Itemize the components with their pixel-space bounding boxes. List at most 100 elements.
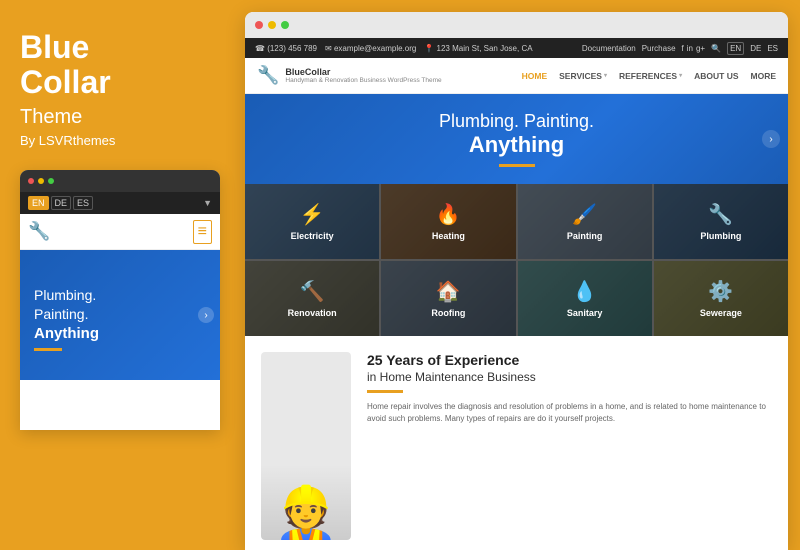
- service-content-roofing: 🏠 Roofing: [431, 279, 465, 318]
- address-info: 📍 123 Main St, San Jose, CA: [424, 44, 532, 53]
- electricity-label: Electricity: [291, 231, 334, 241]
- heating-icon: 🔥: [436, 202, 461, 227]
- hero-arrow-right[interactable]: ›: [762, 130, 780, 148]
- info-bar-right: Documentation Purchase f in g+ 🔍 EN DE E…: [582, 42, 778, 55]
- phone-info: ☎ (123) 456 789: [255, 44, 317, 53]
- mobile-top-bar: [20, 170, 220, 192]
- mobile-dot-red: [28, 178, 34, 184]
- mobile-dot-green: [48, 178, 54, 184]
- purchase-link[interactable]: Purchase: [642, 44, 676, 53]
- mobile-hero-text2: Painting.: [34, 305, 88, 325]
- doc-link[interactable]: Documentation: [582, 44, 636, 53]
- nav-link-services[interactable]: SERVICES▾: [559, 71, 607, 81]
- worker-figure: 👷: [274, 488, 339, 540]
- nav-link-home[interactable]: HOME: [522, 71, 548, 81]
- nav-logo-icon: 🔧: [257, 65, 279, 86]
- service-card-sewerage[interactable]: ⚙️ Sewerage: [654, 261, 788, 336]
- mobile-nav-bar: 🔧 ≡: [20, 214, 220, 250]
- email-info: ✉ example@example.org: [325, 44, 416, 53]
- theme-by: By LSVRthemes: [20, 133, 225, 148]
- plumbing-label: Plumbing: [700, 231, 741, 241]
- roofing-icon: 🏠: [436, 279, 461, 304]
- services-grid: ⚡ Electricity 🔥 Heating 🖌️ Painting: [245, 184, 788, 336]
- theme-subtitle: Theme: [20, 106, 225, 129]
- painting-icon: 🖌️: [572, 202, 597, 227]
- info-bar: ☎ (123) 456 789 ✉ example@example.org 📍 …: [245, 38, 788, 58]
- service-card-renovation[interactable]: 🔨 Renovation: [245, 261, 379, 336]
- left-panel: Blue Collar Theme By LSVRthemes EN DE ES…: [0, 0, 245, 550]
- hero-text: Plumbing. Painting.: [439, 111, 594, 132]
- mobile-hero-text1: Plumbing.: [34, 286, 96, 306]
- facebook-icon[interactable]: f: [682, 44, 684, 53]
- worker-image: 👷: [261, 352, 351, 540]
- service-card-roofing[interactable]: 🏠 Roofing: [381, 261, 515, 336]
- theme-title: Blue Collar: [20, 30, 225, 100]
- nav-link-more[interactable]: MORE: [751, 71, 777, 81]
- experience-content: 25 Years of Experience in Home Maintenan…: [367, 352, 772, 540]
- mobile-lang-bar: EN DE ES ▼: [20, 192, 220, 214]
- sanitary-icon: 💧: [572, 279, 597, 304]
- nav-logo-name: BlueCollar: [285, 67, 441, 77]
- nav-logo-text: BlueCollar Handyman & Renovation Busines…: [285, 67, 441, 84]
- service-content-sewerage: ⚙️ Sewerage: [700, 279, 742, 318]
- search-icon[interactable]: 🔍: [711, 44, 721, 53]
- nav-links: HOME SERVICES▾ REFERENCES▾ ABOUT US MORE: [522, 71, 776, 81]
- service-card-plumbing[interactable]: 🔧 Plumbing: [654, 184, 788, 259]
- lang-de[interactable]: DE: [750, 44, 761, 53]
- sewerage-icon: ⚙️: [708, 279, 733, 304]
- service-content-heating: 🔥 Heating: [432, 202, 465, 241]
- mobile-lang-es[interactable]: ES: [73, 196, 93, 210]
- mobile-lang-de[interactable]: DE: [51, 196, 72, 210]
- nav-logo-tagline: Handyman & Renovation Business WordPress…: [285, 77, 441, 84]
- hero-section: Plumbing. Painting. Anything ›: [245, 94, 788, 184]
- mobile-hero-underline: [34, 348, 62, 351]
- experience-title: 25 Years of Experience: [367, 352, 772, 368]
- main-nav: 🔧 BlueCollar Handyman & Renovation Busin…: [245, 58, 788, 94]
- service-content-sanitary: 💧 Sanitary: [567, 279, 603, 318]
- service-card-painting[interactable]: 🖌️ Painting: [518, 184, 652, 259]
- browser-dot-green: [281, 21, 289, 29]
- service-content-painting: 🖌️ Painting: [567, 202, 603, 241]
- google-plus-icon[interactable]: g+: [696, 44, 705, 53]
- lang-en[interactable]: EN: [727, 42, 744, 55]
- service-content-electricity: ⚡ Electricity: [291, 202, 334, 241]
- info-bar-left: ☎ (123) 456 789 ✉ example@example.org 📍 …: [255, 44, 572, 53]
- service-card-sanitary[interactable]: 💧 Sanitary: [518, 261, 652, 336]
- roofing-label: Roofing: [431, 308, 465, 318]
- nav-link-about[interactable]: ABOUT US: [694, 71, 738, 81]
- mobile-hero: Plumbing. Painting. Anything ›: [20, 250, 220, 380]
- social-icons: f in g+: [682, 44, 706, 53]
- mobile-lang-select[interactable]: ▼: [203, 198, 212, 208]
- hero-bold: Anything: [469, 132, 564, 158]
- renovation-label: Renovation: [288, 308, 337, 318]
- experience-section: 👷 25 Years of Experience in Home Mainten…: [245, 336, 788, 550]
- service-card-electricity[interactable]: ⚡ Electricity: [245, 184, 379, 259]
- linkedin-icon[interactable]: in: [687, 44, 693, 53]
- mobile-arrow-right[interactable]: ›: [198, 307, 214, 323]
- sanitary-label: Sanitary: [567, 308, 603, 318]
- browser-dot-yellow: [268, 21, 276, 29]
- mobile-logo-icon: 🔧: [28, 221, 50, 242]
- experience-text: Home repair involves the diagnosis and r…: [367, 401, 772, 425]
- electricity-icon: ⚡: [300, 202, 325, 227]
- mobile-dot-yellow: [38, 178, 44, 184]
- service-card-heating[interactable]: 🔥 Heating: [381, 184, 515, 259]
- mobile-hero-bold: Anything: [34, 325, 99, 342]
- lang-es[interactable]: ES: [767, 44, 778, 53]
- mobile-lang-en[interactable]: EN: [28, 196, 49, 210]
- experience-underline: [367, 390, 403, 393]
- experience-subtitle: in Home Maintenance Business: [367, 370, 772, 384]
- mobile-mockup: EN DE ES ▼ 🔧 ≡ Plumbing. Painting. Anyth…: [20, 170, 220, 430]
- heating-label: Heating: [432, 231, 465, 241]
- website-content: ☎ (123) 456 789 ✉ example@example.org 📍 …: [245, 38, 788, 550]
- nav-link-references[interactable]: REFERENCES▾: [619, 71, 682, 81]
- plumbing-icon: 🔧: [708, 202, 733, 227]
- browser-topbar: [245, 12, 788, 38]
- service-content-plumbing: 🔧 Plumbing: [700, 202, 741, 241]
- renovation-icon: 🔨: [300, 279, 325, 304]
- mobile-hamburger-icon[interactable]: ≡: [193, 220, 212, 244]
- browser-mockup: ☎ (123) 456 789 ✉ example@example.org 📍 …: [245, 12, 788, 550]
- browser-dot-red: [255, 21, 263, 29]
- service-content-renovation: 🔨 Renovation: [288, 279, 337, 318]
- sewerage-label: Sewerage: [700, 308, 742, 318]
